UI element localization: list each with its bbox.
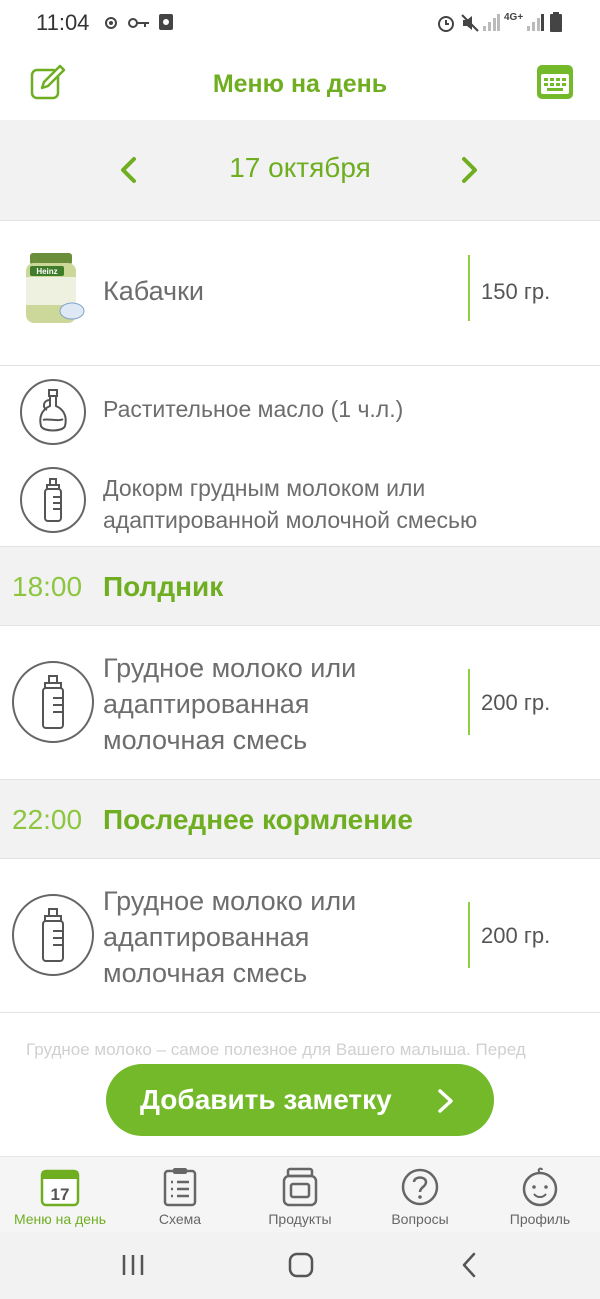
item-line3: молочная смесь xyxy=(103,725,308,755)
key-icon xyxy=(128,18,149,28)
status-bar: 11:04 4G+ xyxy=(0,0,600,48)
tab-questions[interactable]: Вопросы xyxy=(360,1157,480,1233)
tab-products[interactable]: Продукты xyxy=(240,1157,360,1233)
item-line2: адаптированная xyxy=(103,689,310,719)
chevron-right-icon[interactable] xyxy=(460,156,480,184)
product-weight: 150 гр. xyxy=(481,279,551,304)
page-title: Меню на день xyxy=(212,70,388,98)
tab-label: Схема xyxy=(158,1211,202,1227)
item-line2: адаптированная xyxy=(103,922,310,952)
home-icon[interactable] xyxy=(288,1252,314,1278)
meal-additions: Растительное масло (1 ч.л.) Докорм грудн… xyxy=(0,366,600,546)
meal-item-milk[interactable]: Грудное молоко или адаптированная молочн… xyxy=(0,625,600,779)
product-name: Кабачки xyxy=(103,276,204,306)
baby-bottle-icon xyxy=(12,661,94,743)
recent-apps-icon[interactable] xyxy=(121,1253,145,1277)
chevron-right-icon xyxy=(438,1089,453,1113)
clipboard-icon xyxy=(163,1168,197,1207)
divider-line xyxy=(468,902,470,968)
item-line3: молочная смесь xyxy=(103,958,308,988)
mute-icon xyxy=(461,14,479,32)
divider-line xyxy=(468,669,470,735)
addition-feeding-line2: адаптированной молочной смесью xyxy=(103,507,478,533)
jar-icon xyxy=(282,1167,318,1207)
battery-icon xyxy=(550,12,562,32)
app-header: Меню на день xyxy=(0,48,600,120)
alarm-icon xyxy=(438,16,454,32)
signal-icon xyxy=(483,14,500,31)
calendar-icon: 17 xyxy=(40,1169,80,1207)
status-time: 11:04 xyxy=(36,10,90,35)
meal-section-header: 18:00 Полдник xyxy=(0,546,600,626)
tab-label: Профиль xyxy=(509,1211,571,1227)
addition-feeding-line1: Докорм грудным молоком или xyxy=(103,475,426,501)
tab-scheme[interactable]: Схема xyxy=(120,1157,240,1233)
meal-section-header: 22:00 Последнее кормление xyxy=(0,779,600,859)
question-icon xyxy=(401,1168,439,1206)
calendar-day-badge: 17 xyxy=(51,1185,70,1204)
tab-label: Меню на день xyxy=(13,1211,107,1227)
item-weight: 200 гр. xyxy=(481,923,551,948)
baby-bottle-icon xyxy=(12,894,94,976)
bottom-tab-bar: 17 Меню на день Схема Продукты Вопросы П… xyxy=(0,1156,600,1233)
tab-label: Вопросы xyxy=(391,1211,449,1227)
section-title: Последнее кормление xyxy=(103,804,413,835)
item-weight: 200 гр. xyxy=(481,690,551,715)
addition-oil-text: Растительное масло (1 ч.л.) xyxy=(103,396,404,422)
section-title: Полдник xyxy=(103,571,224,602)
add-note-label: Добавить заметку xyxy=(140,1084,392,1115)
baby-bottle-icon xyxy=(20,467,86,533)
tab-menu-day[interactable]: 17 Меню на день xyxy=(0,1157,120,1233)
brand-label: Heinz xyxy=(36,267,57,276)
tab-label: Продукты xyxy=(268,1211,332,1227)
divider-line xyxy=(468,255,470,321)
settings-gear-icon xyxy=(105,17,117,29)
product-jar-image: Heinz xyxy=(26,253,85,323)
back-icon[interactable] xyxy=(460,1252,478,1278)
section-time: 18:00 xyxy=(12,571,83,602)
add-note-button[interactable]: Добавить заметку xyxy=(106,1064,494,1136)
item-line1: Грудное молоко или xyxy=(103,886,357,916)
meal-item-product[interactable]: Heinz Кабачки 150 гр. xyxy=(0,221,600,365)
network-type: 4G+ xyxy=(504,12,524,23)
current-date[interactable]: 17 октября xyxy=(0,152,600,184)
system-navigation-bar xyxy=(0,1232,600,1299)
divider xyxy=(0,1012,600,1013)
notification-icon xyxy=(159,14,173,30)
section-time: 22:00 xyxy=(12,804,83,835)
date-navigation: 17 октября xyxy=(0,120,600,221)
oil-bottle-icon xyxy=(20,379,86,445)
item-line1: Грудное молоко или xyxy=(103,653,357,683)
signal-icon-2 xyxy=(527,14,544,31)
baby-face-icon xyxy=(522,1167,558,1207)
meal-item-milk[interactable]: Грудное молоко или адаптированная молочн… xyxy=(0,858,600,1012)
keyboard-calendar-icon[interactable] xyxy=(536,64,574,100)
note-text: Грудное молоко – самое полезное для Ваше… xyxy=(26,1040,526,1059)
tab-profile[interactable]: Профиль xyxy=(480,1157,600,1233)
